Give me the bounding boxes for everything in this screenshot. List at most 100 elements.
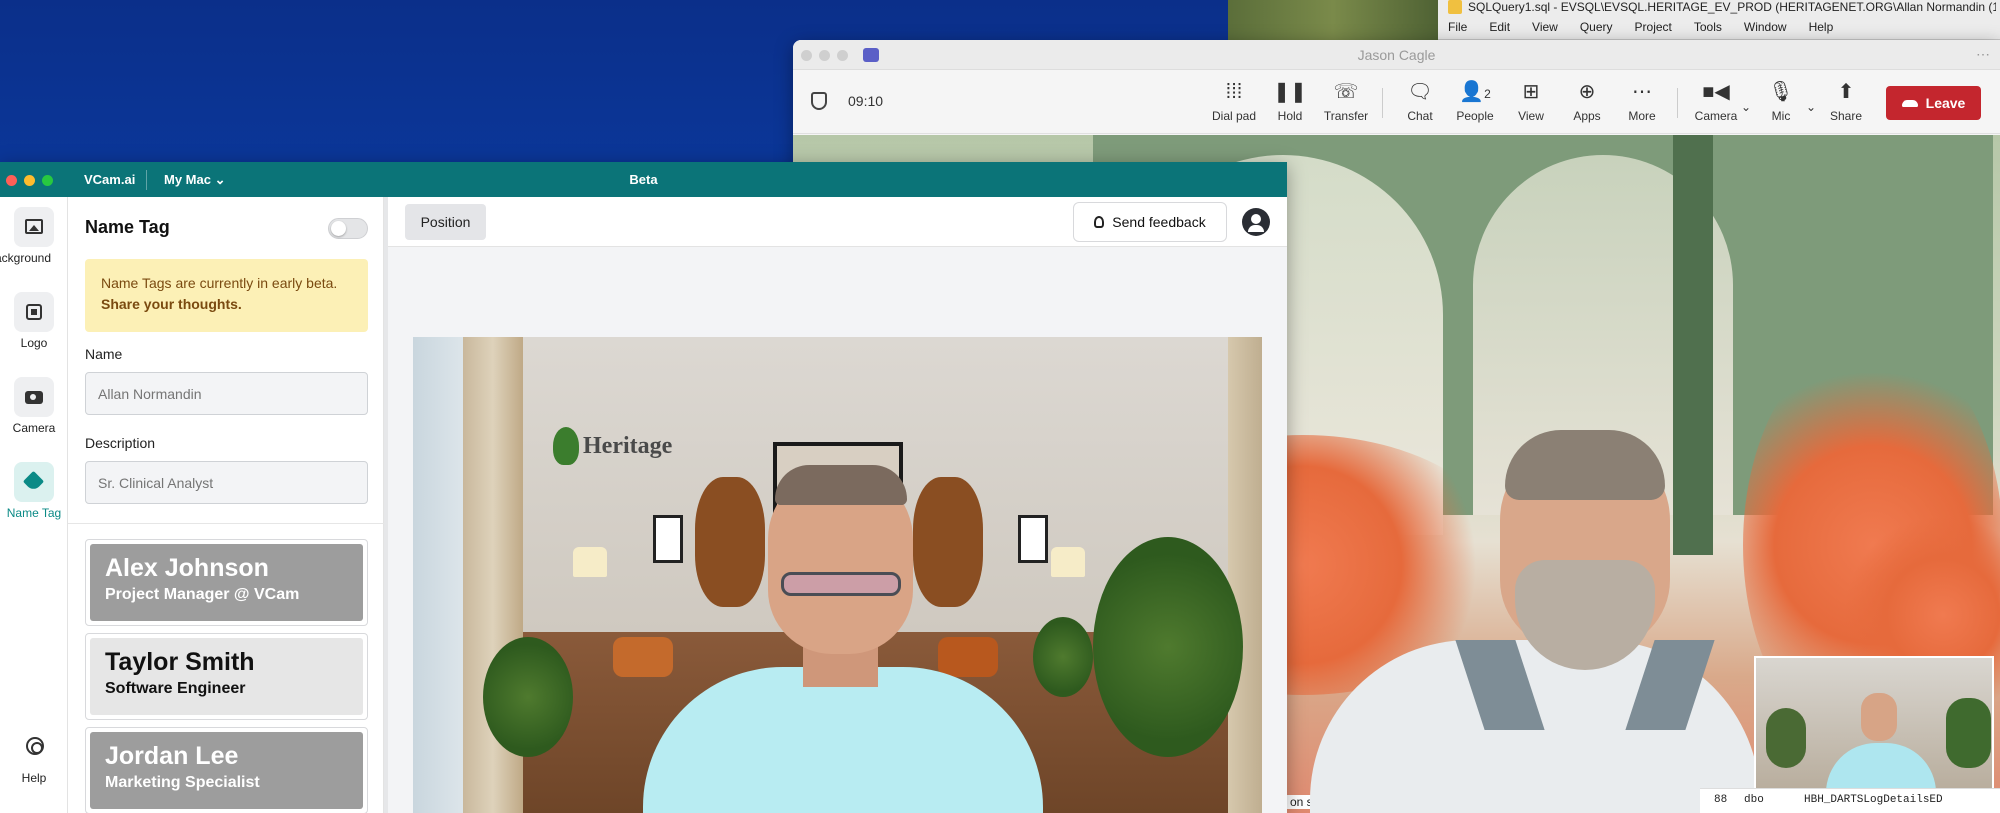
menu-view[interactable]: View (1532, 20, 1558, 34)
toolbar-divider (1677, 88, 1678, 118)
hang-up-icon (1901, 99, 1918, 107)
nav-help[interactable]: Help (0, 727, 68, 803)
position-button[interactable]: Position (405, 204, 486, 240)
camera-preview: Heritage (413, 337, 1262, 813)
vcam-sidebar: Background Logo Camera Name Tag Help (0, 197, 68, 813)
toggle-knob (331, 221, 346, 236)
call-toolbar: 09:10 ⁞⁞⁞ Dial pad ❚❚ Hold ☏ Transfer 🗨 Chat… (793, 70, 2000, 134)
transfer-button[interactable]: ☏ Transfer (1316, 80, 1376, 128)
call-title: Jason Cagle (1357, 47, 1436, 63)
row-number: 88 (1714, 794, 1728, 806)
hold-button[interactable]: ❚❚ Hold (1260, 80, 1320, 128)
leave-button[interactable]: Leave (1886, 86, 1981, 120)
nav-logo[interactable]: Logo (0, 292, 68, 368)
chat-button[interactable]: 🗨 Chat (1390, 80, 1450, 128)
name-tag-template[interactable]: Alex Johnson Project Manager @ VCam (85, 539, 368, 626)
vcam-titlebar: VCam.ai My Mac ⌄ Beta (0, 162, 1287, 197)
camera-button[interactable]: ■◀ Camera (1686, 80, 1746, 128)
menu-file[interactable]: File (1448, 20, 1467, 34)
template-role: Software Engineer (105, 680, 246, 697)
phone-transfer-icon: ☏ (1333, 81, 1359, 103)
share-screen-icon: ⬆ (1837, 81, 1855, 103)
menu-query[interactable]: Query (1580, 20, 1613, 34)
menu-project[interactable]: Project (1635, 20, 1672, 34)
self-video-preview[interactable] (1754, 656, 1994, 790)
mic-button[interactable]: 🎙 Mic (1751, 80, 1811, 128)
dial-pad-icon: ⁞⁞⁞ (1225, 81, 1243, 103)
description-label: Description (85, 435, 156, 451)
sql-editor-window: SQLQuery1.sql - EVSQL\EVSQL.HERITAGE_EV_… (1438, 0, 2000, 40)
nav-label: Name Tag (6, 506, 62, 520)
panel-title: Name Tag (85, 217, 170, 237)
people-label: People (1456, 109, 1494, 123)
apps-label: Apps (1573, 109, 1601, 123)
view-label: View (1518, 109, 1544, 123)
more-options-icon[interactable]: ⋯ (1976, 46, 1990, 63)
chat-label: Chat (1407, 109, 1433, 123)
transfer-label: Transfer (1323, 109, 1369, 123)
vcam-main-area: Position Send feedback Heritage (388, 197, 1287, 813)
nav-label: Camera (12, 421, 56, 435)
nav-name-tag[interactable]: Name Tag (0, 462, 68, 538)
call-timer: 09:10 (848, 93, 884, 109)
nav-label: Logo (20, 336, 48, 350)
nav-label: Background (0, 251, 52, 265)
vcam-window: VCam.ai My Mac ⌄ Beta Background Logo Ca… (0, 162, 1287, 813)
video-camera-icon: ■◀ (1702, 81, 1730, 103)
nav-camera[interactable]: Camera (0, 377, 68, 453)
apps-button[interactable]: ⊕ Apps (1557, 80, 1617, 128)
template-name: Alex Johnson (105, 554, 269, 582)
menu-edit[interactable]: Edit (1489, 20, 1510, 34)
image-icon (25, 219, 43, 234)
view-button[interactable]: ⊞ View (1501, 80, 1561, 128)
dial-pad-button[interactable]: ⁞⁞⁞ Dial pad (1204, 80, 1264, 128)
nav-label: Help (21, 771, 47, 785)
chat-icon: 🗨 (1407, 81, 1433, 103)
people-button[interactable]: 👤2 People (1445, 80, 1505, 128)
people-count: 2 (1484, 87, 1491, 101)
name-tag-toggle[interactable] (328, 218, 368, 239)
pause-icon: ❚❚ (1273, 81, 1307, 103)
share-thoughts-link[interactable]: Share your thoughts. (101, 294, 352, 315)
template-name: Taylor Smith (105, 648, 255, 676)
template-name: Jordan Lee (105, 742, 239, 770)
menu-tools[interactable]: Tools (1694, 20, 1722, 34)
name-tag-template[interactable]: Taylor Smith Software Engineer (85, 633, 368, 720)
beta-notice: Name Tags are currently in early beta. S… (85, 259, 368, 332)
people-icon: 👤2 (1459, 81, 1491, 103)
share-label: Share (1829, 109, 1863, 123)
camera-label: Camera (1694, 109, 1738, 123)
name-tag-template[interactable]: Jordan Lee Marketing Specialist (85, 727, 368, 813)
share-button[interactable]: ⬆ Share (1816, 80, 1876, 128)
glasses (781, 572, 901, 596)
camera-options-chevron-icon[interactable]: ⌄ (1741, 100, 1751, 114)
sql-file-icon (1448, 0, 1462, 14)
menu-help[interactable]: Help (1809, 20, 1834, 34)
row-schema: dbo (1744, 794, 1764, 806)
chip-icon (26, 304, 42, 320)
beta-badge: Beta (629, 172, 658, 187)
local-user-shirt (643, 667, 1043, 813)
teams-titlebar: Jason Cagle ⋯ (793, 40, 2000, 70)
add-app-icon: ⊕ (1578, 81, 1596, 103)
mic-options-chevron-icon[interactable]: ⌄ (1806, 100, 1816, 114)
more-dots-icon: ⋯ (1632, 81, 1652, 103)
sql-results-row: 88 dbo HBH_DARTSLogDetailsED (1700, 788, 2000, 813)
menu-window[interactable]: Window (1744, 20, 1787, 34)
sql-window-title: SQLQuery1.sql - EVSQL\EVSQL.HERITAGE_EV_… (1448, 0, 1996, 14)
beta-notice-text: Name Tags are currently in early beta. (101, 275, 338, 291)
name-input[interactable] (85, 372, 368, 415)
description-input[interactable] (85, 461, 368, 504)
row-table-name: HBH_DARTSLogDetailsED (1804, 794, 1943, 806)
template-role: Project Manager @ VCam (105, 586, 300, 603)
account-avatar-icon[interactable] (1242, 208, 1270, 236)
sql-title-text: SQLQuery1.sql - EVSQL\EVSQL.HERITAGE_EV_… (1468, 0, 1996, 14)
shield-icon (811, 92, 827, 110)
more-label: More (1628, 109, 1656, 123)
tree-logo-icon (553, 427, 579, 465)
nav-background[interactable]: Background (0, 207, 68, 283)
send-feedback-button[interactable]: Send feedback (1073, 202, 1227, 242)
leave-label: Leave (1925, 95, 1966, 111)
more-button[interactable]: ⋯ More (1612, 80, 1672, 128)
sql-menubar: File Edit View Query Project Tools Windo… (1448, 20, 1833, 34)
